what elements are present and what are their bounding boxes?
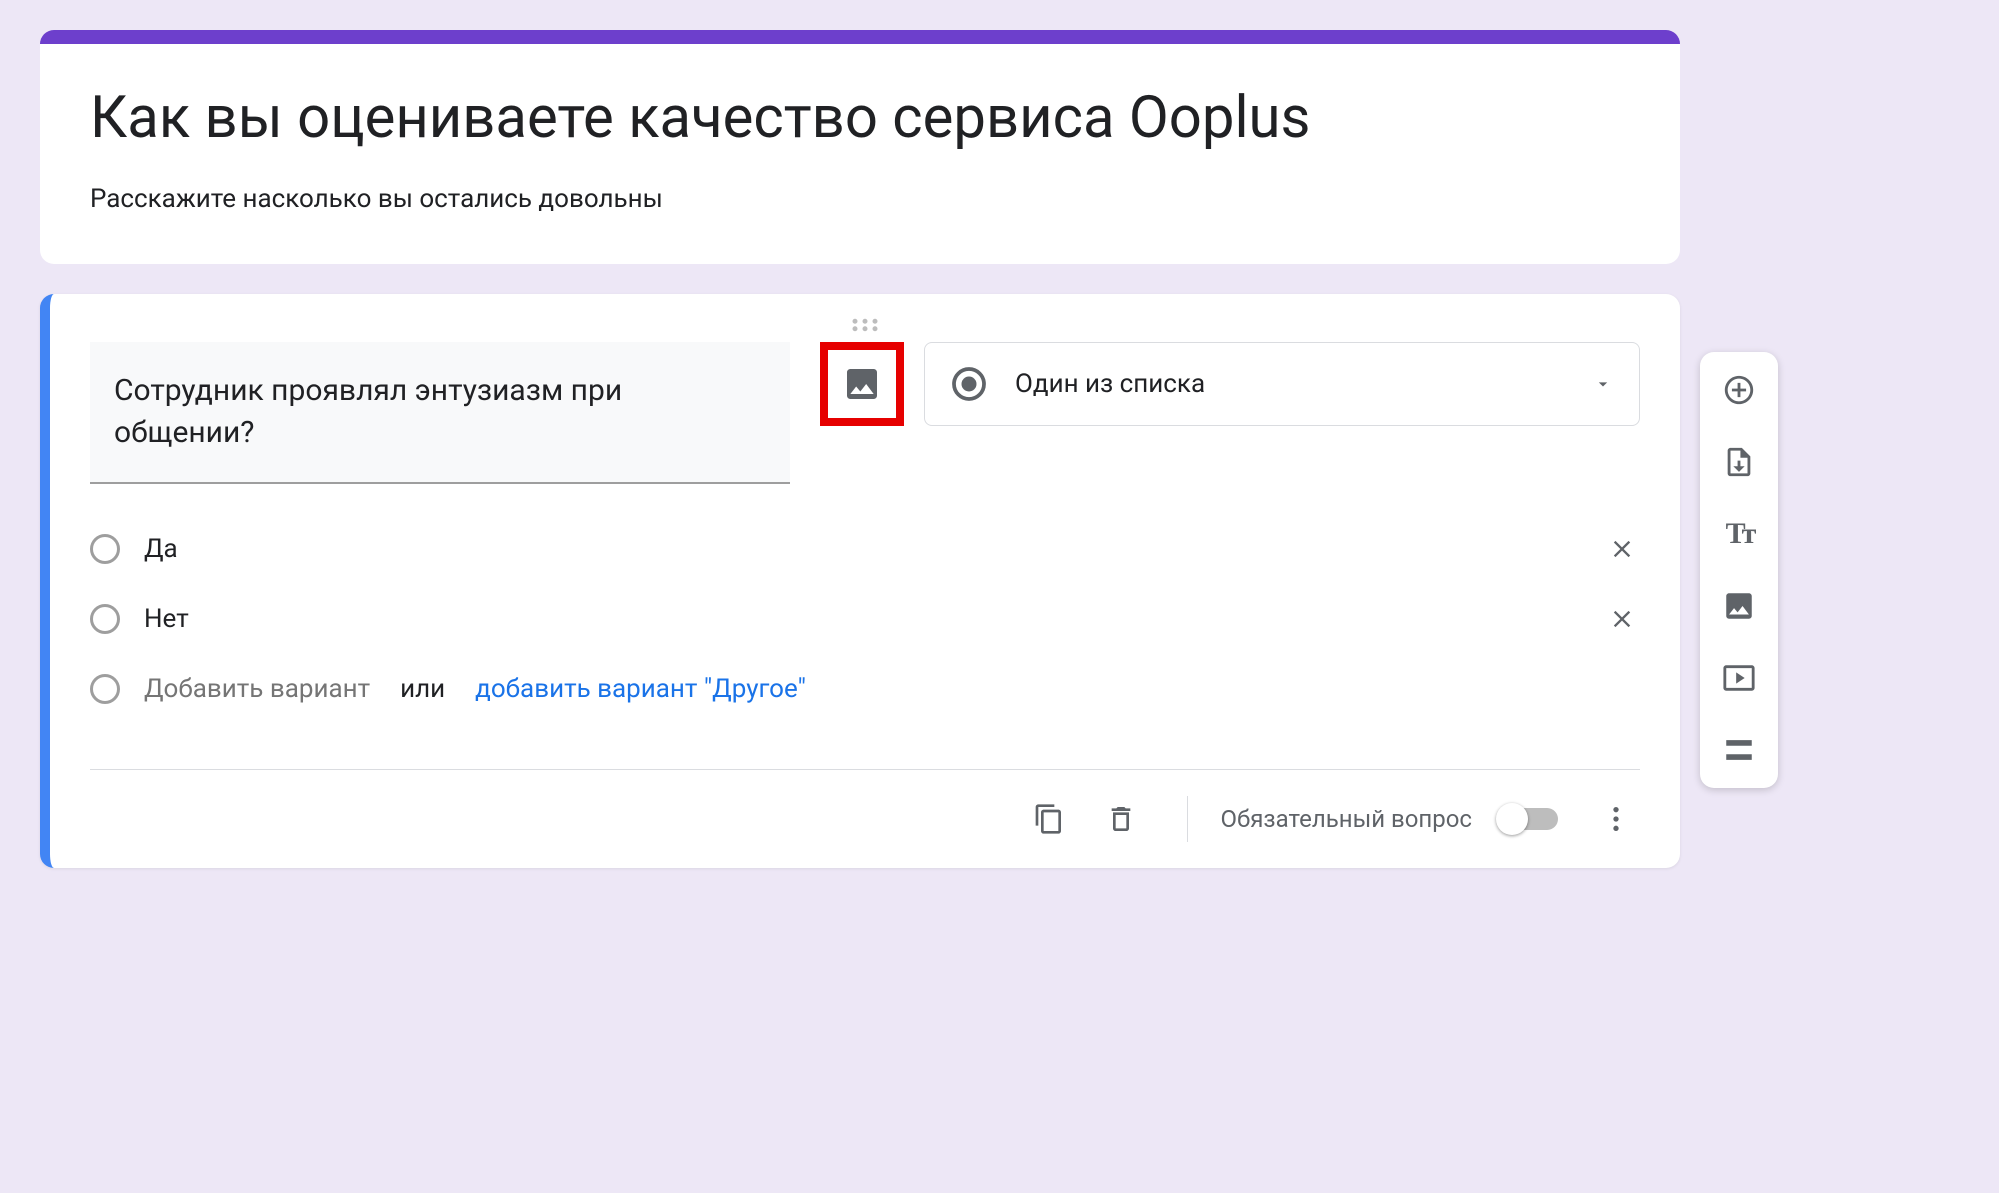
plus-circle-icon [1722,373,1756,407]
text-icon: Tᴛ [1726,517,1753,551]
add-option-button[interactable]: Добавить вариант [144,674,370,704]
add-video-button[interactable] [1719,658,1759,698]
form-header-card: Как вы оцениваете качество сервиса Ooplu… [40,30,1680,264]
image-icon [1722,589,1756,623]
question-type-select[interactable]: Один из списка [924,342,1640,426]
import-questions-button[interactable] [1719,442,1759,482]
section-icon [1722,733,1756,767]
question-card: Сотрудник проявлял энтузиазм при общении… [40,294,1680,868]
question-title-input[interactable]: Сотрудник проявлял энтузиазм при общении… [90,342,790,484]
required-label: Обязательный вопрос [1220,805,1472,833]
add-separator-text: или [400,674,445,704]
trash-icon [1105,803,1137,835]
radio-icon [90,534,120,564]
import-icon [1722,445,1756,479]
close-icon [1608,605,1636,633]
add-image-button[interactable] [820,342,904,426]
radio-icon [951,366,987,402]
more-options-button[interactable] [1592,795,1640,843]
close-icon [1608,535,1636,563]
video-icon [1722,661,1756,695]
options-list: Да Нет Добавить вариант или добавить вар… [90,514,1640,724]
question-type-label: Один из списка [1015,369,1565,399]
delete-button[interactable] [1097,795,1145,843]
remove-option-button[interactable] [1604,531,1640,567]
add-section-button[interactable] [1719,730,1759,770]
add-image-button-toolbar[interactable] [1719,586,1759,626]
add-option-row: Добавить вариант или добавить вариант "Д… [90,654,1640,724]
question-title-text: Сотрудник проявлял энтузиазм при общении… [114,370,766,454]
duplicate-button[interactable] [1025,795,1073,843]
more-vert-icon [1600,803,1632,835]
add-title-button[interactable]: Tᴛ [1719,514,1759,554]
divider [1187,796,1189,842]
radio-icon [90,674,120,704]
option-row: Нет [90,584,1640,654]
radio-icon [90,604,120,634]
option-row: Да [90,514,1640,584]
add-other-button[interactable]: добавить вариант "Другое" [475,674,806,704]
add-question-button[interactable] [1719,370,1759,410]
form-description[interactable]: Расскажите насколько вы остались довольн… [90,184,1630,214]
required-toggle[interactable] [1498,808,1558,830]
copy-icon [1033,803,1065,835]
drag-handle-icon[interactable] [90,314,1640,342]
side-toolbar: Tᴛ [1700,352,1778,788]
form-title[interactable]: Как вы оцениваете качество сервиса Ooplu… [90,84,1630,154]
option-input[interactable]: Нет [144,604,1580,634]
chevron-down-icon [1593,374,1613,394]
question-footer: Обязательный вопрос [90,769,1640,843]
remove-option-button[interactable] [1604,601,1640,637]
option-input[interactable]: Да [144,534,1580,564]
image-icon [842,364,882,404]
